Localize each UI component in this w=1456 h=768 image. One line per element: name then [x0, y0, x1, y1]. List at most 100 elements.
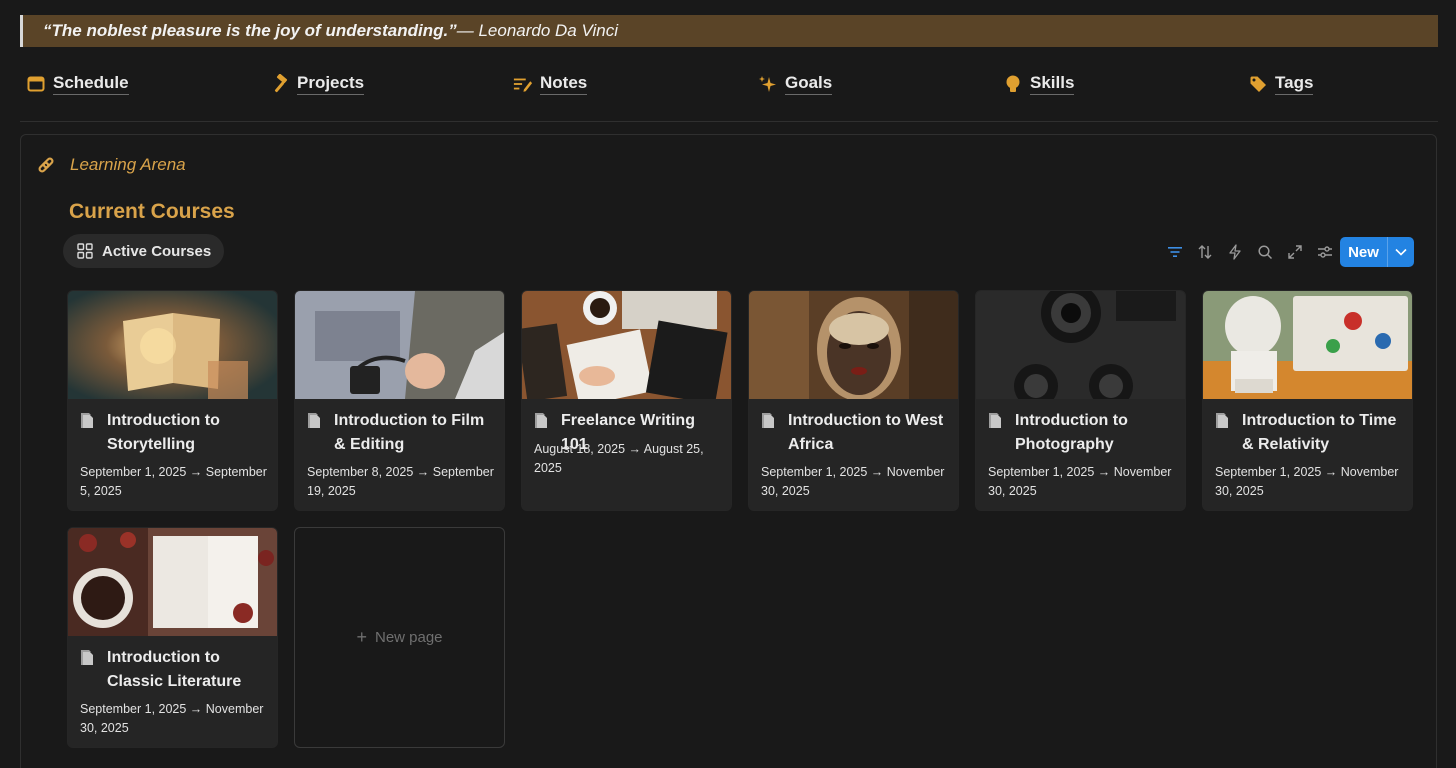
course-title-line: Classic Literature — [107, 673, 242, 690]
course-title-line: & Editing — [334, 436, 405, 453]
page-icon — [988, 412, 1004, 430]
course-title-line: Photography — [1015, 436, 1114, 453]
course-title-row: Introduction to West Africa — [761, 409, 953, 457]
nav-item-tags[interactable]: Tags — [1248, 66, 1314, 102]
sparkles-icon — [758, 74, 778, 94]
course-date-range: September 1, 2025 → November 30, 2025 — [761, 463, 951, 501]
laptop-editing-image — [295, 291, 504, 399]
course-date-range: September 8, 2025 → September 19, 2025 — [307, 463, 497, 501]
learning-arena-label: Learning Arena — [70, 155, 186, 174]
nav-item-skills[interactable]: Skills — [1003, 66, 1075, 102]
settings-icon[interactable] — [1310, 240, 1340, 264]
course-card[interactable]: Introduction to Time & Relativity Septembe… — [1202, 290, 1413, 511]
course-title-row: Introduction to Classic Literature — [80, 646, 272, 694]
learning-arena-link[interactable]: Learning Arena — [35, 153, 186, 177]
nav-item-schedule[interactable]: Schedule — [26, 66, 129, 102]
course-title-line: Africa — [788, 436, 834, 453]
course-title: Introduction to Film & Editing — [334, 409, 484, 457]
course-title: Introduction to Time & Relativity — [1242, 409, 1396, 457]
page-icon — [307, 412, 323, 430]
nav-item-label: Tags — [1275, 73, 1314, 95]
new-page-label: New page — [374, 629, 443, 646]
course-card[interactable]: Introduction to Photography September 1, 2… — [975, 290, 1186, 511]
course-date-range: August 18, 2025 → August 25, 2025 — [534, 440, 724, 478]
database-toolbar — [1160, 240, 1340, 264]
course-card[interactable]: Introduction to West Africa September 1, 2… — [748, 290, 959, 511]
link-icon — [35, 154, 57, 176]
course-card[interactable]: Introduction to Classic Literature Septemb… — [67, 527, 278, 748]
plus-icon: + — [356, 627, 367, 647]
nav-item-label: Schedule — [53, 73, 129, 95]
nav-item-notes[interactable]: Notes — [513, 66, 588, 102]
course-title-line: Storytelling — [107, 436, 196, 453]
nav-item-goals[interactable]: Goals — [758, 66, 833, 102]
course-title-line: Introduction to — [107, 412, 220, 429]
section-title: Current Courses — [69, 200, 235, 223]
page-icon — [80, 412, 96, 430]
course-date-line: 2025 — [534, 461, 562, 475]
open-book-lights-image — [68, 291, 277, 399]
course-date-range: September 1, 2025 → September 5, 2025 — [80, 463, 270, 501]
book-roses-image — [68, 528, 277, 636]
course-date-line: 30, 2025 — [761, 484, 810, 498]
course-date-line: August 18, 2025 → August 25, — [534, 442, 704, 456]
course-card[interactable]: Introduction to Storytelling September 1, … — [67, 290, 278, 511]
course-title-line: Introduction to West — [788, 412, 944, 429]
notes-icon — [513, 74, 533, 94]
page-icon — [761, 412, 777, 430]
automation-icon[interactable] — [1220, 240, 1250, 264]
nav-item-label: Projects — [297, 73, 365, 95]
camera-lenses-image — [976, 291, 1185, 399]
filter-icon[interactable] — [1160, 240, 1190, 264]
new-page-button[interactable]: + New page — [294, 527, 505, 748]
course-date-line: September 1, 2025 → September — [80, 465, 267, 479]
african-mask-image — [749, 291, 958, 399]
course-title-row: Introduction to Storytelling — [80, 409, 272, 457]
course-date-line: 30, 2025 — [1215, 484, 1264, 498]
course-title-row: Introduction to Photography — [988, 409, 1180, 457]
quote-text: “The noblest pleasure is the joy of unde… — [43, 21, 457, 40]
nav-item-label: Goals — [785, 73, 833, 95]
nav-item-label: Skills — [1030, 73, 1075, 95]
expand-icon[interactable] — [1280, 240, 1310, 264]
view-tab-active-courses[interactable]: Active Courses — [63, 234, 225, 268]
quote-author: — Leonardo Da Vinci — [456, 21, 619, 40]
nav-row: Schedule Projects Notes Goals Skills Tag… — [0, 66, 1456, 102]
course-title-line: & Relativity — [1242, 436, 1330, 453]
course-title-line: Introduction to Time — [1242, 412, 1397, 429]
sort-icon[interactable] — [1190, 240, 1220, 264]
gallery-icon — [77, 243, 93, 259]
course-title: Introduction to Storytelling — [107, 409, 220, 457]
nav-item-label: Notes — [540, 73, 588, 95]
course-date-line: 19, 2025 — [307, 484, 356, 498]
course-date-range: September 1, 2025 → November 30, 2025 — [80, 700, 270, 738]
course-title-row: Introduction to Film & Editing — [307, 409, 499, 457]
nav-item-projects[interactable]: Projects — [270, 66, 365, 102]
course-title: Introduction to West Africa — [788, 409, 943, 457]
page-icon — [1215, 412, 1231, 430]
calendar-icon — [26, 74, 46, 94]
course-date-line: 5, 2025 — [80, 484, 122, 498]
course-date-line: September 1, 2025 → November — [988, 465, 1172, 479]
course-date-line: September 1, 2025 → November — [761, 465, 945, 479]
course-date-range: September 1, 2025 → November 30, 2025 — [988, 463, 1178, 501]
new-button[interactable]: New — [1340, 237, 1414, 267]
tag-icon — [1248, 74, 1268, 94]
course-card[interactable]: Freelance Writing 101 August 18, 2025 → A… — [521, 290, 732, 511]
course-date-line: 30, 2025 — [988, 484, 1037, 498]
page-icon — [534, 412, 550, 430]
chevron-down-icon[interactable] — [1388, 237, 1414, 267]
new-button-label[interactable]: New — [1340, 237, 1387, 267]
desk-writing-image — [522, 291, 731, 399]
course-card[interactable]: Introduction to Film & Editing September 8… — [294, 290, 505, 511]
course-date-line: September 1, 2025 → November — [80, 702, 264, 716]
course-date-range: September 1, 2025 → November 30, 2025 — [1215, 463, 1405, 501]
divider — [20, 121, 1438, 122]
course-title: Introduction to Photography — [1015, 409, 1128, 457]
course-title: Introduction to Classic Literature — [107, 646, 241, 694]
hammer-icon — [270, 74, 290, 94]
view-tab-label: Active Courses — [102, 242, 212, 260]
course-title-line: Introduction to Film — [334, 412, 485, 429]
search-icon[interactable] — [1250, 240, 1280, 264]
course-date-line: September 8, 2025 → September — [307, 465, 494, 479]
